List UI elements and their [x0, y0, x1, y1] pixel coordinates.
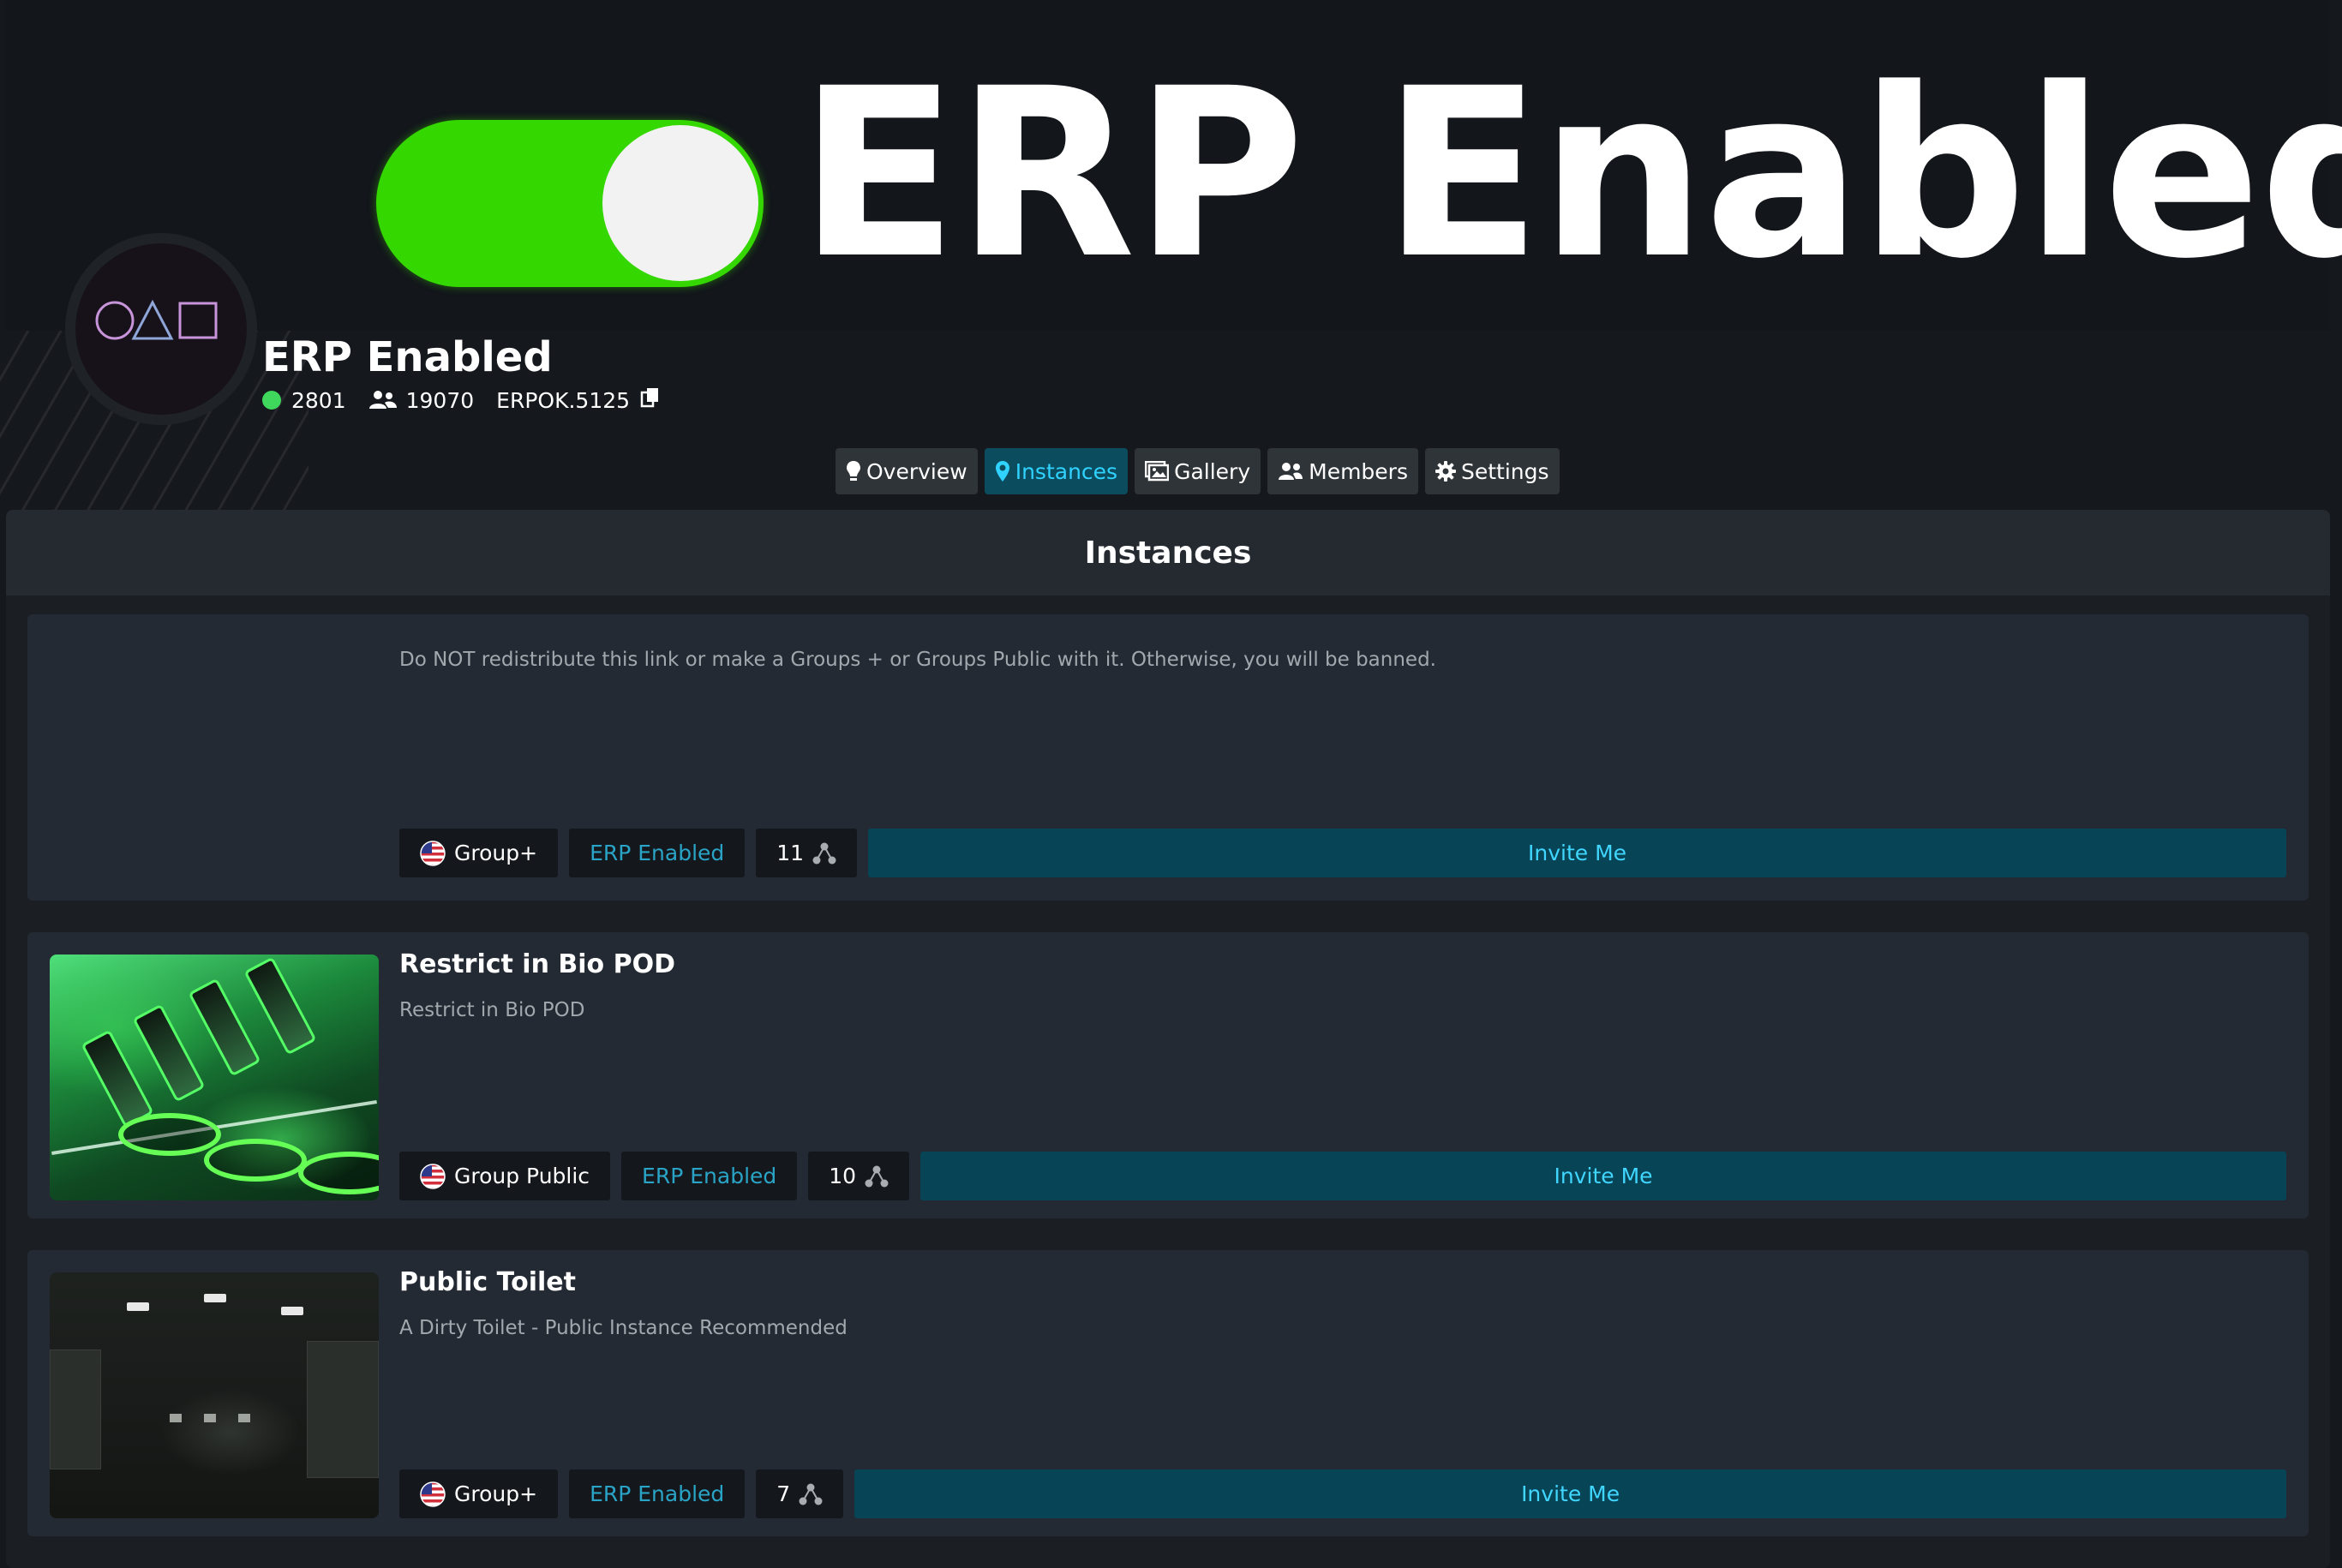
- images-icon: [1145, 461, 1170, 482]
- instances-section: Instances Do NOT redistribute this link …: [6, 510, 2330, 1568]
- instance-name: Restrict in Bio POD: [399, 949, 675, 979]
- instance-controls: Group+ ERP Enabled 11 Invite Me: [399, 829, 2286, 877]
- tab-label: Settings: [1460, 458, 1549, 484]
- copy-icon[interactable]: [640, 386, 661, 414]
- tab-gallery[interactable]: Gallery: [1135, 448, 1261, 494]
- user-count: 11: [776, 841, 805, 865]
- tab-members[interactable]: Members: [1267, 448, 1418, 494]
- instance-controls: Group Public ERP Enabled 10 Invite Me: [399, 1152, 2286, 1200]
- invite-me-button[interactable]: Invite Me: [868, 829, 2286, 877]
- tab-label: Gallery: [1174, 458, 1251, 484]
- user-count-badge: 10: [808, 1152, 910, 1200]
- group-tag: ERP Enabled: [621, 1152, 798, 1200]
- toggle-graphic: [376, 120, 764, 287]
- map-pin-icon: [995, 461, 1009, 482]
- online-status-icon: [262, 391, 281, 410]
- users-icon: [1279, 463, 1303, 480]
- user-count-badge: 11: [756, 829, 858, 877]
- nodes-icon: [799, 1482, 823, 1506]
- group-avatar[interactable]: [65, 233, 257, 425]
- access-type-badge: Group+: [399, 1469, 559, 1518]
- us-flag-icon: [420, 841, 446, 866]
- online-count: 2801: [291, 387, 346, 413]
- members-icon: [368, 390, 398, 410]
- us-flag-icon: [420, 1481, 446, 1507]
- us-flag-icon: [420, 1164, 446, 1189]
- instance-controls: Group+ ERP Enabled 7 Invite Me: [399, 1469, 2286, 1518]
- tab-overview[interactable]: Overview: [836, 448, 978, 494]
- access-type-label: Group+: [454, 841, 538, 865]
- section-title: Instances: [6, 510, 2330, 595]
- lightbulb-icon: [847, 461, 860, 481]
- tab-label: Overview: [866, 458, 967, 484]
- group-tag: ERP Enabled: [569, 1469, 746, 1518]
- access-type-label: Group Public: [454, 1164, 590, 1188]
- tab-label: Members: [1309, 458, 1408, 484]
- user-count: 10: [829, 1164, 857, 1188]
- access-type-badge: Group Public: [399, 1152, 611, 1200]
- instance-thumbnail[interactable]: [50, 955, 379, 1200]
- nodes-icon: [812, 841, 836, 865]
- invite-me-button[interactable]: Invite Me: [854, 1469, 2286, 1518]
- instance-card: Public Toilet A Dirty Toilet - Public In…: [27, 1250, 2309, 1536]
- member-count: 19070: [405, 387, 475, 413]
- toggle-knob: [602, 125, 758, 281]
- instance-description: A Dirty Toilet - Public Instance Recomme…: [399, 1317, 848, 1339]
- tab-settings[interactable]: Settings: [1424, 448, 1560, 494]
- instance-card: Do NOT redistribute this link or make a …: [27, 614, 2309, 901]
- gear-icon: [1435, 461, 1456, 482]
- instance-thumbnail[interactable]: [50, 1272, 379, 1518]
- instance-description: Do NOT redistribute this link or make a …: [399, 649, 1436, 671]
- tab-label: Instances: [1015, 458, 1118, 484]
- tab-instances[interactable]: Instances: [984, 448, 1129, 494]
- group-title: ERP Enabled: [262, 333, 553, 381]
- instance-name: Public Toilet: [399, 1267, 576, 1297]
- nodes-icon: [865, 1164, 889, 1188]
- banner-text: ERP Enabled: [799, 39, 2342, 310]
- user-count-badge: 7: [756, 1469, 844, 1518]
- group-tag: ERP Enabled: [569, 829, 746, 877]
- access-type-label: Group+: [454, 1481, 538, 1506]
- group-page: ERP Enabled ERP Enabled 2801 19070 ERPOK…: [0, 0, 2342, 1568]
- invite-me-button[interactable]: Invite Me: [920, 1152, 2286, 1200]
- group-tabs: Overview Instances Gallery Members Setti…: [836, 448, 1560, 494]
- group-banner: ERP Enabled: [6, 0, 2342, 331]
- group-short-code: ERPOK.5125: [496, 387, 631, 413]
- shapes-logo-icon: [95, 299, 218, 340]
- access-type-badge: Group+: [399, 829, 559, 877]
- user-count: 7: [776, 1481, 791, 1506]
- instance-description: Restrict in Bio POD: [399, 999, 585, 1021]
- group-meta: 2801 19070 ERPOK.5125: [262, 386, 661, 415]
- instance-card: Restrict in Bio POD Restrict in Bio POD …: [27, 932, 2309, 1218]
